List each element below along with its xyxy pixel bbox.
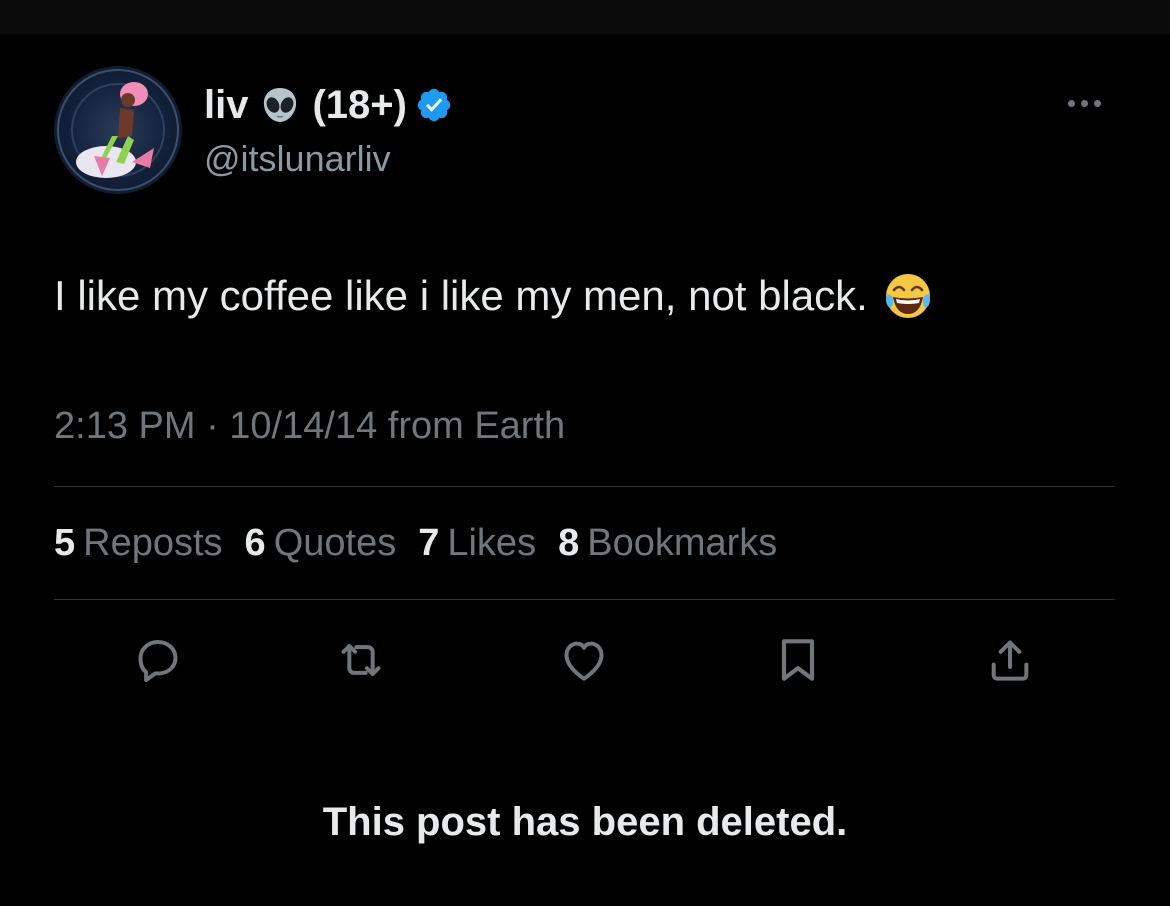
post-text-container: I like my coffee like i like my men, not… [54,270,934,322]
bookmark-icon[interactable] [770,632,826,688]
avatar-image [57,69,179,191]
divider [54,599,1115,600]
engagement-stats: 5 Reposts 6 Quotes 7 Likes 8 Bookmarks [54,522,777,565]
name-suffix[interactable]: (18+) [312,83,407,128]
stat-quotes[interactable]: 6 Quotes [245,522,397,565]
stat-reposts[interactable]: 5 Reposts [54,522,223,565]
author-handle[interactable]: @itslunarliv [204,138,391,180]
top-bar [0,0,1170,34]
stat-likes[interactable]: 7 Likes [418,522,536,565]
like-icon[interactable] [556,632,612,688]
divider [54,486,1115,487]
display-name[interactable]: liv [204,83,248,128]
more-options-icon[interactable] [1068,94,1112,114]
action-bar [0,632,1170,696]
post-text: I like my coffee like i like my men, not… [54,272,868,319]
post-timestamp[interactable]: 2:13 PM · 10/14/14 from Earth [54,405,565,448]
verified-badge-icon[interactable] [415,86,453,124]
stat-bookmarks[interactable]: 8 Bookmarks [558,522,777,565]
repost-icon[interactable] [333,632,389,688]
tears-of-joy-emoji-icon [882,270,934,322]
reply-icon[interactable] [130,632,186,688]
share-icon[interactable] [982,632,1038,688]
avatar[interactable] [54,66,182,194]
alien-emoji-icon [260,85,300,125]
deleted-notice: This post has been deleted. [322,800,848,844]
author-name-row[interactable]: liv (18+) [204,82,453,128]
